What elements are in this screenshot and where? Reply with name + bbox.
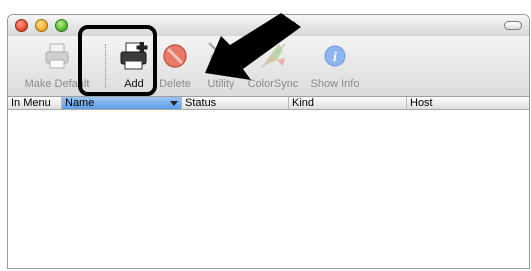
highlight-box (78, 25, 157, 96)
column-in-menu[interactable]: In Menu (8, 97, 62, 109)
printer-list[interactable] (8, 110, 529, 268)
column-kind[interactable]: Kind (289, 97, 407, 109)
minimize-button[interactable] (35, 19, 48, 32)
delete-label: Delete (159, 78, 191, 90)
window-title: List (276, 18, 297, 33)
printer-icon (41, 40, 73, 72)
column-name[interactable]: Name (62, 97, 182, 109)
column-name-label: Name (65, 97, 95, 109)
colorsync-button[interactable]: ColorSync (244, 40, 302, 90)
zoom-button[interactable] (55, 19, 68, 32)
column-status[interactable]: Status (182, 97, 289, 109)
colorsync-icon (257, 40, 289, 72)
svg-text:i: i (333, 50, 337, 65)
show-info-label: Show Info (310, 78, 360, 90)
utility-icon (205, 40, 237, 72)
sort-descending-icon (170, 101, 178, 106)
toolbar-toggle-button[interactable] (504, 21, 522, 30)
close-button[interactable] (15, 19, 28, 32)
show-info-button[interactable]: i Show Info (306, 40, 364, 90)
column-headers: In Menu Name Status Kind Host (8, 97, 529, 110)
utility-label: Utility (207, 78, 235, 90)
info-icon: i (319, 40, 351, 72)
colorsync-label: ColorSync (247, 78, 299, 90)
utility-button[interactable]: Utility (199, 40, 243, 90)
delete-button[interactable]: Delete (153, 40, 197, 90)
column-host[interactable]: Host (407, 97, 529, 109)
delete-icon (159, 40, 191, 72)
